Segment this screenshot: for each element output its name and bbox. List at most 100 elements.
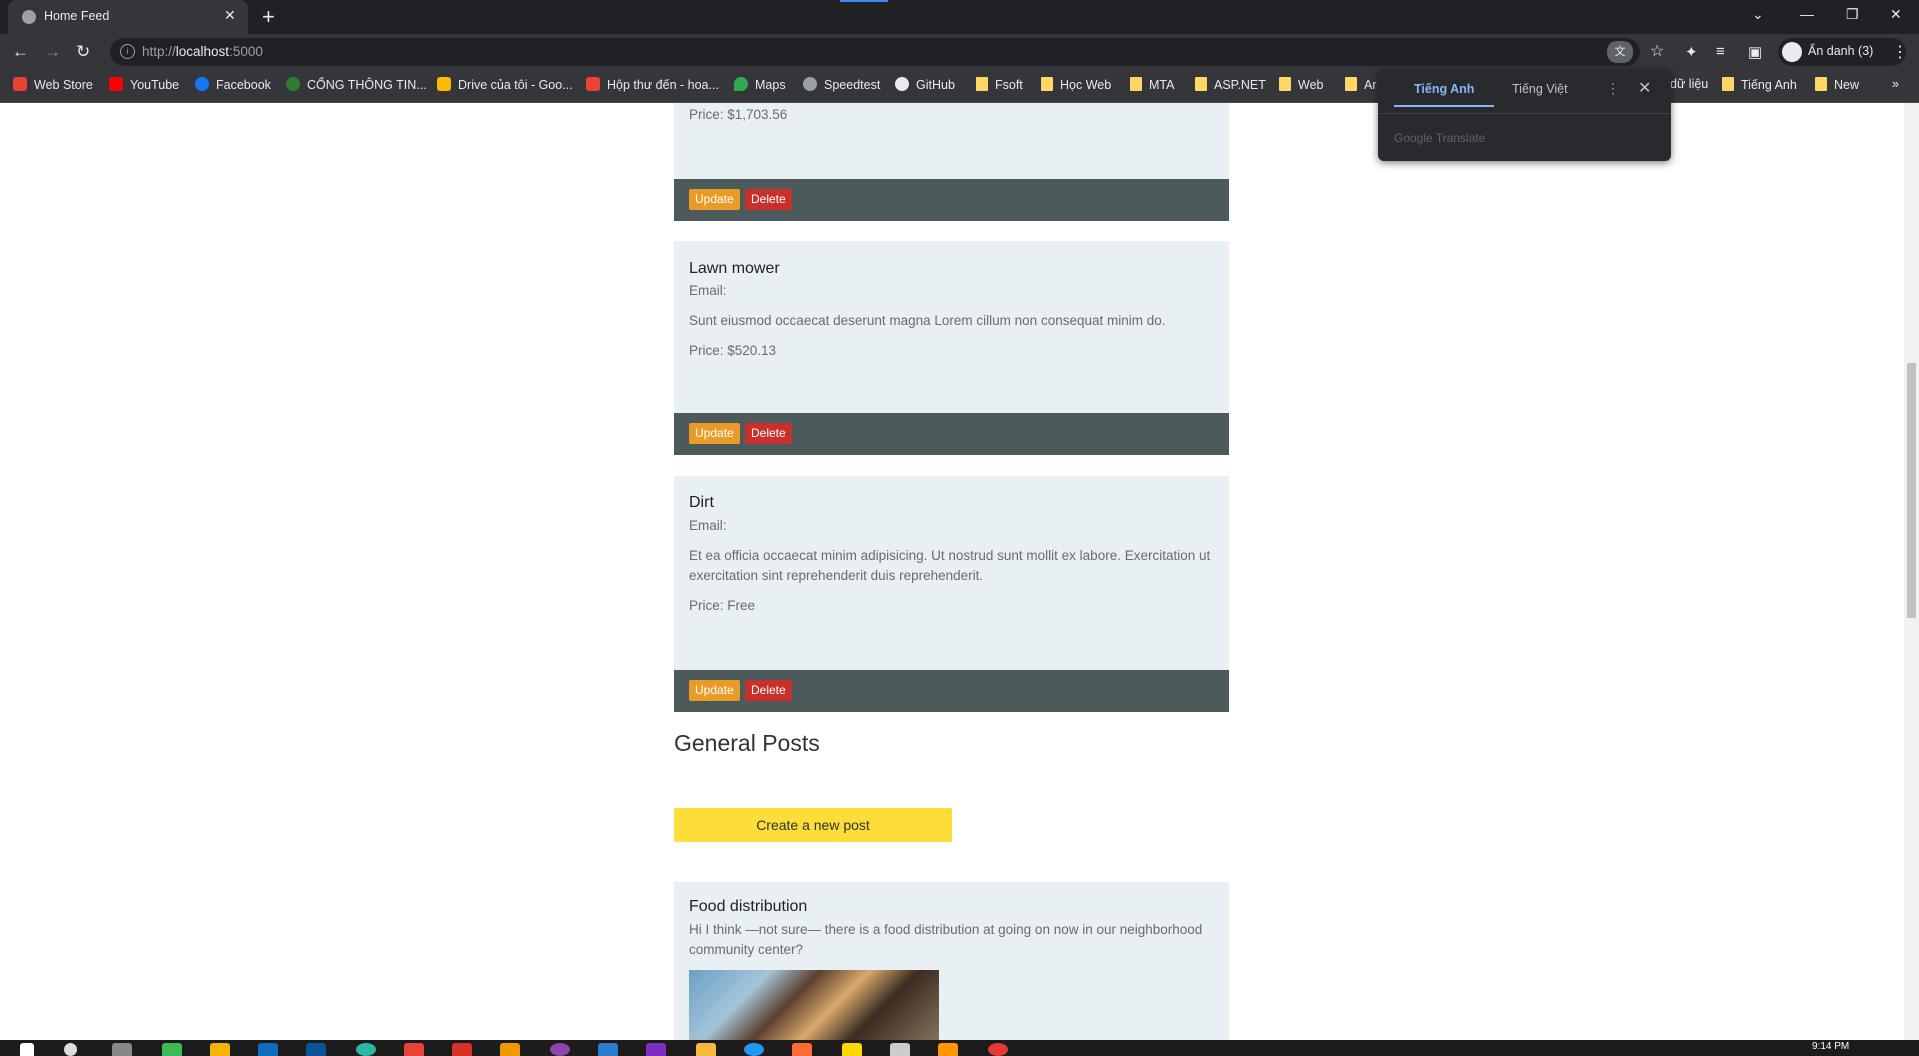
app-icon[interactable] (356, 1043, 376, 1056)
store-icon[interactable] (258, 1043, 278, 1056)
product-price: Price: $1,703.56 (689, 107, 788, 122)
post-title: Food distribution (689, 898, 808, 915)
bookmark-star-icon[interactable]: ☆ (1650, 41, 1664, 61)
update-button[interactable]: Update (689, 423, 740, 444)
bookmark-hoc-web[interactable]: Học Web (1041, 77, 1111, 92)
translate-brand: Google Translate (1394, 131, 1486, 145)
more-bookmarks-icon[interactable]: » (1892, 77, 1899, 91)
bookmark-facebook[interactable]: Facebook (195, 77, 271, 92)
post-image (689, 970, 939, 1040)
scrollbar-thumb[interactable] (1907, 363, 1916, 618)
bookmark-tieng-anh[interactable]: Tiếng Anh (1722, 77, 1797, 92)
product-card: Lawn mower Email: Sunt eiusmod occaecat … (674, 241, 1229, 455)
bookmark-new[interactable]: New (1815, 77, 1859, 92)
delete-button[interactable]: Delete (745, 680, 792, 701)
translate-icon[interactable]: 文 (1607, 41, 1633, 63)
close-window-icon[interactable]: ✕ (1890, 6, 1902, 23)
update-button[interactable]: Update (689, 189, 740, 210)
incognito-icon (1782, 42, 1802, 62)
vscode-icon[interactable] (598, 1043, 618, 1056)
os-taskbar: 9:14 PM (0, 1040, 1919, 1056)
search-icon[interactable] (64, 1043, 77, 1056)
minimize-icon[interactable]: — (1800, 6, 1814, 22)
app-icon[interactable] (550, 1043, 570, 1056)
delete-button[interactable]: Delete (745, 423, 792, 444)
file-explorer-icon[interactable] (210, 1043, 230, 1056)
site-info-icon[interactable]: i (120, 44, 135, 59)
create-post-button[interactable]: Create a new post (674, 808, 952, 842)
app-icon[interactable] (696, 1043, 716, 1056)
app-icon[interactable] (452, 1043, 472, 1056)
app-icon[interactable] (938, 1043, 958, 1056)
product-name: Dirt (689, 494, 714, 511)
globe-icon (22, 10, 36, 24)
bookmark-web[interactable]: Web (1279, 77, 1323, 92)
product-name: Lawn mower (689, 260, 780, 277)
bookmark-web-store[interactable]: Web Store (13, 77, 93, 92)
target-language-tab[interactable]: Tiếng Việt (1512, 82, 1568, 96)
section-heading: General Posts (674, 730, 820, 756)
tab-title: Home Feed (44, 9, 110, 23)
chrome-icon[interactable] (404, 1043, 424, 1056)
windows-start-icon[interactable] (20, 1043, 34, 1056)
side-panel-icon[interactable]: ▣ (1748, 43, 1762, 61)
bookmark-github[interactable]: GitHub (895, 77, 955, 92)
browser-tab[interactable]: Home Feed ✕ (8, 0, 248, 34)
product-description: Et ea officia occaecat minim adipisicing… (689, 548, 1211, 583)
tab-strip: Home Feed ✕ + ⌄ — ❐ ✕ (0, 0, 1919, 34)
app-icon[interactable] (842, 1043, 862, 1056)
app-icon[interactable] (306, 1043, 326, 1056)
translate-popup: Tiếng Anh Tiếng Việt ⋮ ✕ Google Translat… (1378, 69, 1671, 161)
back-icon[interactable]: ← (12, 42, 29, 62)
page-scrollbar[interactable] (1904, 103, 1919, 1040)
bookmark-gmail[interactable]: Hộp thư đến - hoa... (586, 77, 719, 92)
task-view-icon[interactable] (112, 1043, 132, 1056)
bookmark-speedtest[interactable]: Speedtest (803, 77, 880, 92)
close-icon[interactable]: ✕ (1638, 78, 1651, 98)
product-email: Email: (689, 283, 727, 298)
bookmark-du-lieu[interactable]: dữ liệu (1670, 77, 1708, 91)
bookmark-drive[interactable]: Drive của tôi - Goo... (437, 77, 573, 92)
product-card: Dirt Email: Et ea officia occaecat minim… (674, 476, 1229, 712)
bookmark-maps[interactable]: Maps (734, 77, 786, 92)
divider (1378, 113, 1671, 114)
bookmark-cong-thong-tin[interactable]: CỔNG THÔNG TIN... (286, 77, 427, 92)
delete-button[interactable]: Delete (745, 189, 792, 210)
url-text[interactable]: http://localhost:5000 (142, 44, 263, 59)
bookmark-fsoft[interactable]: Fsoft (976, 77, 1023, 92)
reload-icon[interactable]: ↻ (76, 42, 90, 62)
app-icon[interactable] (792, 1043, 812, 1056)
tab-search-icon[interactable]: ⌄ (1752, 6, 1764, 23)
app-icon[interactable] (162, 1043, 182, 1056)
product-description: Sunt eiusmod occaecat deserunt magna Lor… (689, 313, 1166, 328)
product-card: Price: $1,703.56 Update Delete (674, 103, 1229, 221)
restore-icon[interactable]: ❐ (1846, 6, 1859, 23)
app-icon[interactable] (988, 1043, 1008, 1056)
bookmark-mta[interactable]: MTA (1130, 77, 1174, 92)
more-options-icon[interactable]: ⋮ (1606, 80, 1620, 97)
post-body: Hi I think —not sure— there is a food di… (689, 922, 1203, 957)
forward-icon[interactable]: → (44, 42, 61, 62)
bookmark-youtube[interactable]: YouTube (109, 77, 179, 92)
update-button[interactable]: Update (689, 680, 740, 701)
visual-studio-icon[interactable] (646, 1043, 666, 1056)
browser-toolbar: ← → ↻ i http://localhost:5000 文 ☆ ✦ ≡ ▣ … (0, 34, 1919, 70)
menu-icon[interactable]: ⋮ (1892, 42, 1908, 62)
close-tab-icon[interactable]: ✕ (224, 7, 236, 24)
app-icon[interactable] (890, 1043, 910, 1056)
system-clock[interactable]: 9:14 PM (1812, 1041, 1849, 1052)
app-icon[interactable] (500, 1043, 520, 1056)
product-email: Email: (689, 518, 727, 533)
bookmark-asp-net[interactable]: ASP.NET (1195, 77, 1266, 92)
address-bar[interactable]: i http://localhost:5000 文 ☆ (110, 38, 1664, 66)
reading-list-icon[interactable]: ≡ (1716, 43, 1725, 60)
loading-indicator (840, 0, 888, 2)
source-language-tab[interactable]: Tiếng Anh (1414, 82, 1474, 96)
card-footer: Update Delete (674, 413, 1229, 455)
page-viewport: Price: $1,703.56 Update Delete Lawn mowe… (0, 103, 1904, 1040)
bookmark-ar[interactable]: Ar (1345, 77, 1377, 92)
profile-button[interactable]: Ẩn danh (3) (1778, 38, 1906, 66)
extensions-icon[interactable]: ✦ (1685, 43, 1698, 61)
app-icon[interactable] (744, 1043, 764, 1056)
new-tab-icon[interactable]: + (262, 4, 275, 30)
